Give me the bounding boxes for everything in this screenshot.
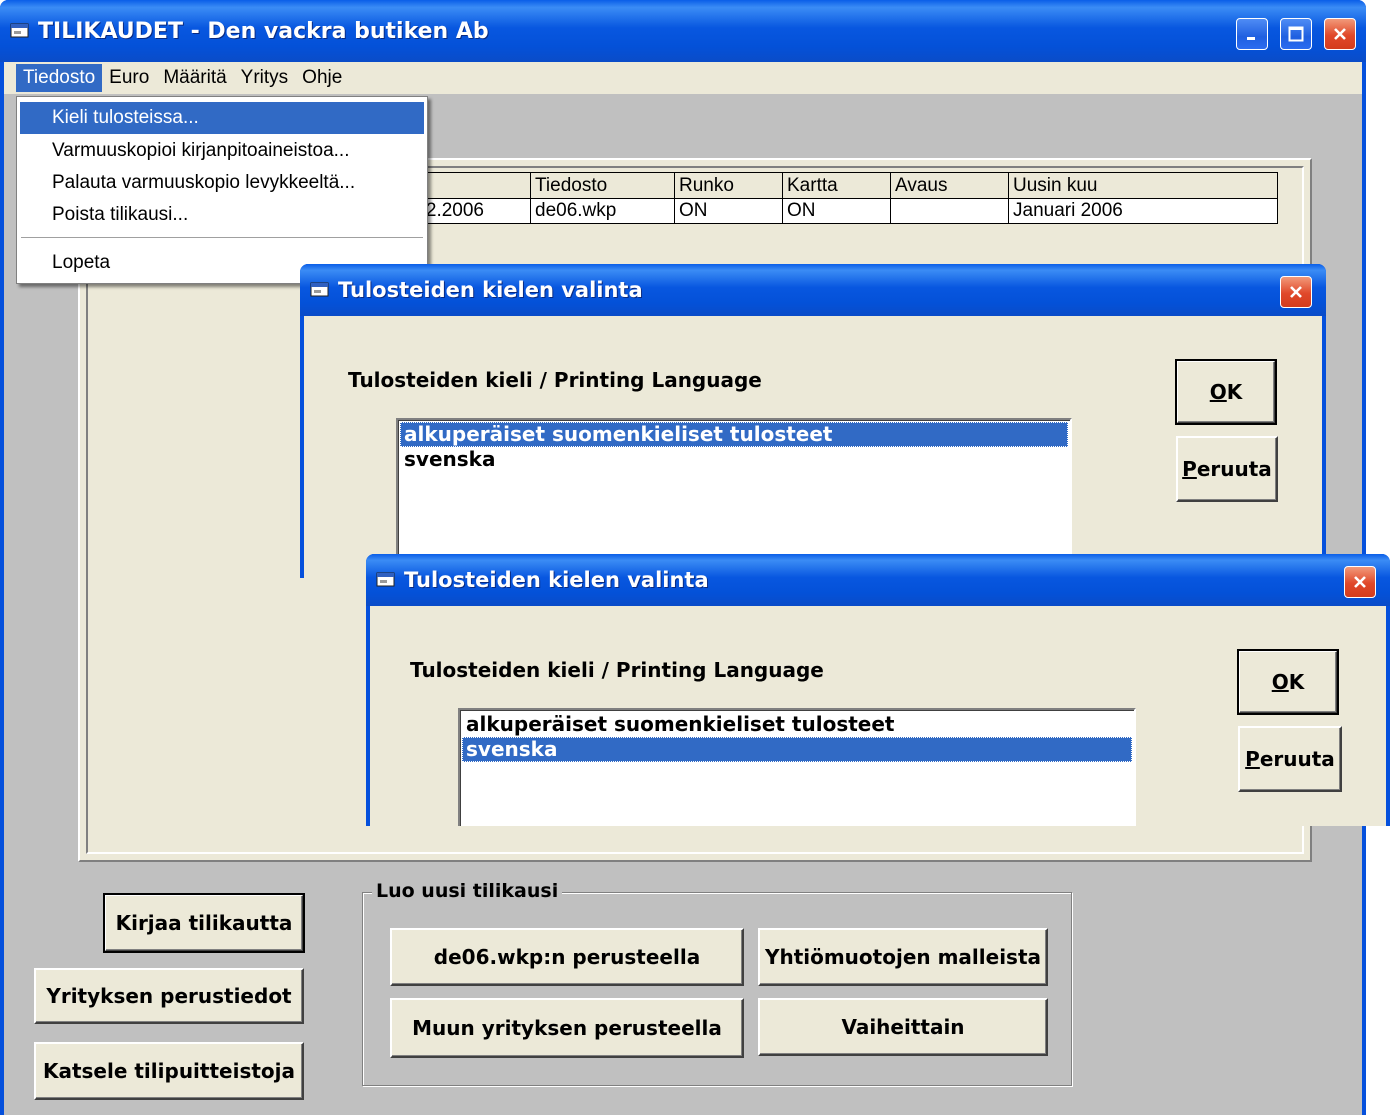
ok-button[interactable]: OK [1175,359,1277,425]
dialog-back-close-button[interactable] [1280,276,1312,308]
from-templates-button[interactable]: Yhtiömuotojen malleista [758,928,1048,986]
dialog-icon [310,281,330,299]
close-icon [1334,28,1346,40]
grid-cell-avaus [890,199,1008,223]
printing-language-label: Tulosteiden kieli / Printing Language [348,368,762,392]
other-company-label: Muun yrityksen perusteella [412,1016,722,1040]
menu-item-varmuuskopioi[interactable]: Varmuuskopioi kirjanpitoaineistoa... [20,135,424,167]
yrityksen-perustiedot-label: Yrityksen perustiedot [46,984,292,1008]
maximize-icon [1288,26,1304,42]
grid-header-row: Tiedosto Runko Kartta Avaus Uusin kuu [300,172,1278,199]
table-row[interactable]: 2.2006 de06.wkp ON ON Januari 2006 [300,198,1278,224]
menu-item-poista[interactable]: Poista tilikausi... [20,199,424,231]
menu-ohje[interactable]: Ohje [295,64,349,92]
other-company-button[interactable]: Muun yrityksen perusteella [390,998,744,1058]
katsele-tilipuitteistoja-label: Katsele tilipuitteistoja [42,1059,296,1083]
list-item[interactable]: alkuperäiset suomenkieliset tulosteet [400,422,1068,447]
tiedosto-dropdown-menu: Kieli tulosteissa... Varmuuskopioi kirja… [16,96,428,284]
main-titlebar[interactable]: TILIKAUDET - Den vackra butiken Ab [0,0,1366,62]
main-window-title: TILIKAUDET - Den vackra butiken Ab [38,18,489,44]
grid-header-cell: Kartta [782,173,890,199]
cancel-label: Peruuta [1245,747,1335,771]
from-templates-label: Yhtiömuotojen malleista [764,945,1042,969]
language-listbox[interactable]: alkuperäiset suomenkieliset tulosteet sv… [458,708,1136,826]
stepwise-button[interactable]: Vaiheittain [758,998,1048,1056]
grid-header-cell: Avaus [890,173,1008,199]
dialog-back-titlebar[interactable]: Tulosteiden kielen valinta [300,264,1326,316]
cancel-button[interactable]: Peruuta [1176,436,1278,502]
dialog-front-close-button[interactable] [1344,566,1376,598]
menu-tiedosto[interactable]: Tiedosto [16,64,103,92]
menu-item-kieli-tulosteissa[interactable]: Kieli tulosteissa... [20,102,424,134]
kirjaa-tilikautta-button[interactable]: Kirjaa tilikautta [103,893,305,953]
maximize-button[interactable] [1280,18,1312,50]
ok-button[interactable]: OK [1237,649,1339,715]
cancel-label: Peruuta [1182,457,1272,481]
close-icon [1290,286,1302,298]
periods-grid: Tiedosto Runko Kartta Avaus Uusin kuu 2.… [300,172,1278,226]
dialog-front-titlebar[interactable]: Tulosteiden kielen valinta [366,554,1390,606]
menu-maarita[interactable]: Määritä [156,64,233,92]
menu-separator [21,237,423,239]
kirjaa-tilikautta-label: Kirjaa tilikautta [115,911,293,935]
new-period-group-label: Luo uusi tilikausi [372,880,563,902]
menu-yritys[interactable]: Yritys [234,64,296,92]
ok-label: OK [1271,670,1305,694]
ok-label: OK [1209,380,1243,404]
menu-bar: Tiedosto Euro Määritä Yritys Ohje [4,62,1362,94]
stepwise-label: Vaiheittain [841,1015,965,1039]
menu-item-palauta[interactable]: Palauta varmuuskopio levykkeeltä... [20,167,424,199]
grid-cell-file: de06.wkp [530,199,670,223]
list-item[interactable]: alkuperäiset suomenkieliset tulosteet [462,712,1132,737]
dialog-icon [376,571,396,589]
app-icon [10,22,30,40]
language-dialog-back: Tulosteiden kielen valinta Tulosteiden k… [300,264,1326,578]
based-on-file-label: de06.wkp:n perusteella [433,945,701,969]
katsele-tilipuitteistoja-button[interactable]: Katsele tilipuitteistoja [34,1042,304,1100]
close-icon [1354,576,1366,588]
grid-cell-runko: ON [674,199,782,223]
dialog-back-client: Tulosteiden kieli / Printing Language al… [304,316,1322,578]
language-dialog-front: Tulosteiden kielen valinta Tulosteiden k… [366,554,1390,826]
grid-header-cell: Uusin kuu [1008,173,1278,199]
dialog-front-title: Tulosteiden kielen valinta [404,568,709,592]
close-button[interactable] [1324,18,1356,50]
printing-language-label: Tulosteiden kieli / Printing Language [410,658,824,682]
menu-euro[interactable]: Euro [102,64,156,92]
grid-header-cell: Tiedosto [530,173,670,199]
list-item[interactable]: svenska [400,447,1068,472]
minimize-button[interactable] [1236,18,1268,50]
minimize-icon [1247,37,1255,40]
dialog-back-title: Tulosteiden kielen valinta [338,278,643,302]
grid-cell-uusin: Januari 2006 [1008,199,1278,223]
list-item[interactable]: svenska [462,737,1132,762]
grid-cell-kartta: ON [782,199,890,223]
dialog-front-client: Tulosteiden kieli / Printing Language al… [370,606,1386,826]
grid-header-cell: Runko [674,173,782,199]
cancel-button[interactable]: Peruuta [1238,726,1342,792]
based-on-file-button[interactable]: de06.wkp:n perusteella [390,928,744,986]
yrityksen-perustiedot-button[interactable]: Yrityksen perustiedot [34,968,304,1024]
